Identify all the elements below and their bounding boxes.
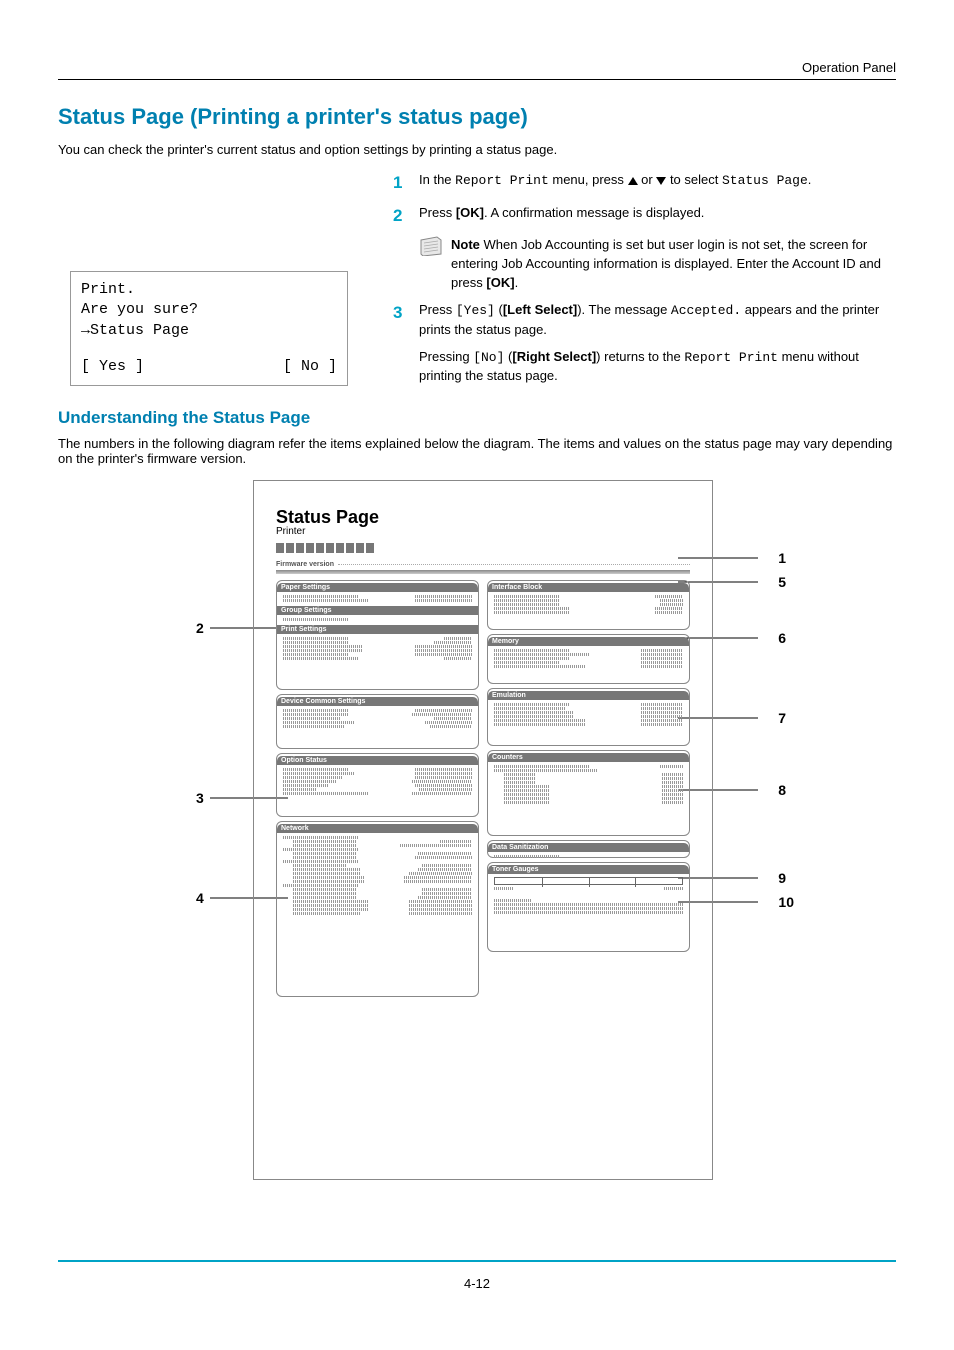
- sp-h-print: Print Settings: [277, 625, 478, 634]
- sp-block-paper: Paper Settings Group Settings Print Sett…: [276, 580, 479, 690]
- s2-post: . A confirmation message is displayed.: [484, 205, 704, 220]
- label-10: 10: [778, 894, 794, 910]
- lcd-line3: →Status Page: [81, 321, 337, 341]
- toner-gauge: [494, 877, 683, 885]
- s1-item: Status Page: [722, 173, 808, 188]
- s3b-mid2: ) returns to the: [596, 349, 684, 364]
- note-end: .: [515, 275, 519, 290]
- status-page-preview: Status Page Printer Firmware version Pap…: [253, 480, 713, 1180]
- bottom-rule: [58, 1260, 896, 1262]
- sp-block-sanitize: Data Sanitization: [487, 840, 690, 858]
- s2-key: [OK]: [456, 205, 484, 220]
- sp-block-device: Device Common Settings: [276, 694, 479, 749]
- label-3: 3: [196, 790, 204, 806]
- intro-text: You can check the printer's current stat…: [58, 142, 896, 157]
- note-row: Note When Job Accounting is set but user…: [419, 236, 896, 293]
- header-section: Operation Panel: [802, 60, 896, 75]
- step-2-number: 2: [393, 204, 419, 229]
- up-icon: [628, 177, 638, 185]
- sp-barcode: [276, 540, 690, 558]
- top-rule: [58, 79, 896, 80]
- sp-h-emulation: Emulation: [488, 691, 689, 700]
- sp-block-counters: Counters: [487, 750, 690, 836]
- step-3: 3 Press [Yes] ([Left Select]). The messa…: [393, 301, 896, 340]
- sp-block-emulation: Emulation: [487, 688, 690, 746]
- step-3b: Pressing [No] ([Right Select]) returns t…: [419, 348, 896, 387]
- sub-heading: Understanding the Status Page: [58, 408, 896, 428]
- sp-h-memory: Memory: [488, 637, 689, 646]
- s3-pre: Press: [419, 302, 456, 317]
- sp-h-network: Network: [277, 824, 478, 833]
- sp-h-option: Option Status: [277, 756, 478, 765]
- lcd-line2: Are you sure?: [81, 300, 337, 320]
- step-3-number: 3: [393, 301, 419, 340]
- s3-mid1: (: [495, 302, 503, 317]
- step-1: 1 In the Report Print menu, press or to …: [393, 171, 896, 196]
- sp-h-device: Device Common Settings: [277, 697, 478, 706]
- s3b-bold1: [Right Select]: [512, 349, 596, 364]
- sp-block-memory: Memory: [487, 634, 690, 684]
- down-icon: [656, 177, 666, 185]
- s3-code2: Accepted.: [671, 303, 741, 318]
- label-4: 4: [196, 890, 204, 906]
- sp-block-option: Option Status: [276, 753, 479, 817]
- sp-block-network: Network: [276, 821, 479, 997]
- page-number: 4-12: [58, 1276, 896, 1291]
- s3-bold1: [Left Select]: [503, 302, 577, 317]
- s1-post: to select: [666, 172, 722, 187]
- sp-block-interface: Interface Block: [487, 580, 690, 630]
- sp-title: Status Page: [276, 507, 690, 528]
- s3b-code2: Report Print: [684, 350, 778, 365]
- step-1-number: 1: [393, 171, 419, 196]
- s1-mid: menu, press: [549, 172, 628, 187]
- s1-pre: In the: [419, 172, 455, 187]
- label-7: 7: [778, 710, 786, 726]
- sp-h-paper: Paper Settings: [277, 583, 478, 592]
- sp-block-toner: Toner Gauges: [487, 862, 690, 952]
- s1-menu: Report Print: [455, 173, 549, 188]
- lcd-line1: Print.: [81, 280, 337, 300]
- s3-code: [Yes]: [456, 303, 495, 318]
- sp-h-toner: Toner Gauges: [488, 865, 689, 874]
- note-icon: [419, 236, 443, 256]
- s1-end: .: [808, 172, 812, 187]
- sp-h-interface: Interface Block: [488, 583, 689, 592]
- step-2: 2 Press [OK]. A confirmation message is …: [393, 204, 896, 229]
- sp-fw: Firmware version: [276, 561, 334, 568]
- s3b-pre: Pressing: [419, 349, 473, 364]
- label-6: 6: [778, 630, 786, 646]
- lcd-yes: [ Yes ]: [81, 357, 144, 377]
- s3b-code: [No]: [473, 350, 504, 365]
- s3-mid2: ). The message: [577, 302, 671, 317]
- lcd-panel: Print. Are you sure? →Status Page [ Yes …: [70, 271, 348, 386]
- s2-pre: Press: [419, 205, 456, 220]
- page-title: Status Page (Printing a printer's status…: [58, 104, 896, 130]
- sp-h-group: Group Settings: [277, 606, 478, 615]
- sp-h-counters: Counters: [488, 753, 689, 762]
- label-8: 8: [778, 782, 786, 798]
- label-5: 5: [778, 574, 786, 590]
- sp-h-sanitize: Data Sanitization: [488, 843, 689, 852]
- label-9: 9: [778, 870, 786, 886]
- note-label: Note: [451, 237, 480, 252]
- status-page-diagram: 1 5 6 7 8 9 10 2 3 4 Status Page Printer…: [58, 480, 896, 1210]
- label-1: 1: [778, 550, 786, 566]
- label-2: 2: [196, 620, 204, 636]
- sub-body: The numbers in the following diagram ref…: [58, 436, 896, 466]
- lcd-no: [ No ]: [283, 357, 337, 377]
- note-key: [OK]: [486, 275, 514, 290]
